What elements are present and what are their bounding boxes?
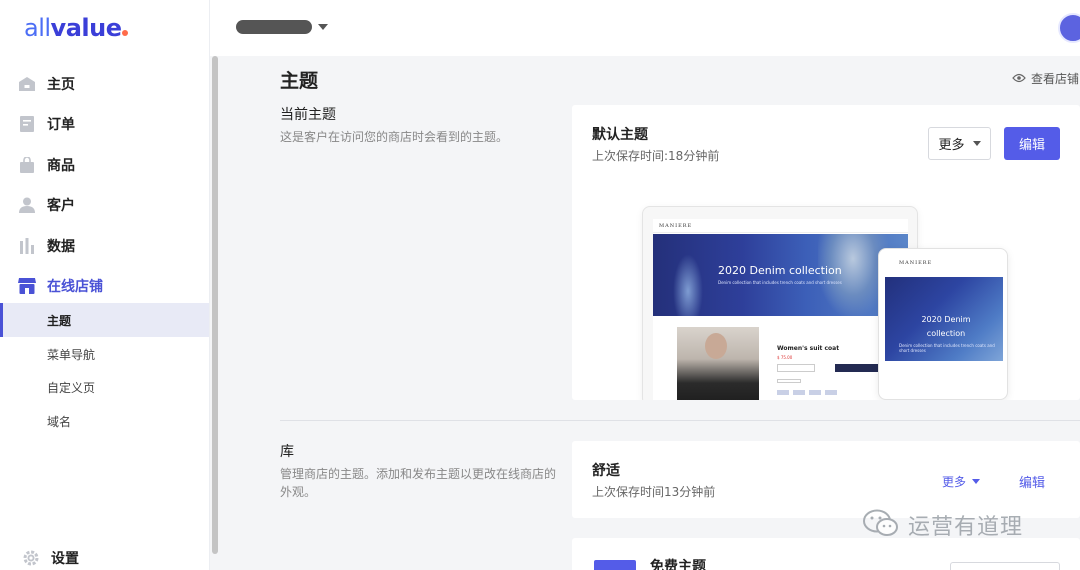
sidebar-item-label: 主页 <box>47 77 75 93</box>
eye-icon <box>1012 72 1026 86</box>
library-more-link[interactable]: 更多 <box>942 473 981 490</box>
sidebar-item-label: 订单 <box>47 117 75 133</box>
sidebar-item-home[interactable]: 主页 <box>0 64 209 104</box>
sidebar-item-label: 设置 <box>51 551 79 567</box>
free-themes-thumbnail <box>594 560 636 570</box>
preview-product-price: $ 75.00 <box>777 355 793 360</box>
library-heading: 库 <box>280 444 294 460</box>
chevron-down-icon[interactable] <box>318 24 328 30</box>
gear-icon <box>22 549 40 567</box>
mobile-preview: MANIERE 2020 Denim collection Denim coll… <box>878 248 1008 400</box>
sidebar-item-orders[interactable]: 订单 <box>0 104 209 144</box>
watermark-text: 运营有道理 <box>908 515 1024 540</box>
chevron-down-icon <box>972 141 981 146</box>
sidebar-subitem-domains[interactable]: 域名 <box>0 404 209 438</box>
sidebar-item-label: 商品 <box>47 158 75 174</box>
preview-nav: MANIERE <box>653 219 908 233</box>
mobile-preview-hero: 2020 Denim collection Denim collection t… <box>885 277 1003 361</box>
logo-part-value: value <box>50 14 122 42</box>
preview-quantity <box>777 379 801 383</box>
preview-hero-subtitle: Denim collection that includes trench co… <box>718 280 842 285</box>
mobile-preview-nav: MANIERE <box>879 257 1007 271</box>
library-theme-saved-time: 上次保存时间13分钟前 <box>592 485 716 499</box>
view-store-label: 查看店铺 <box>1031 72 1080 86</box>
order-icon <box>18 115 36 133</box>
mobile-preview-brand: MANIERE <box>899 260 933 266</box>
sidebar-subitem-menu-navigation[interactable]: 菜单导航 <box>0 337 209 371</box>
section-divider <box>280 420 1080 421</box>
preview-hero-figure <box>673 254 703 316</box>
sidebar-subitem-label: 域名 <box>47 414 72 429</box>
logo-dot <box>122 30 129 36</box>
library-theme-card <box>572 441 1080 518</box>
preview-hero-banner: 2020 Denim collection Denim collection t… <box>653 234 908 316</box>
wechat-watermark: 运营有道理 <box>862 508 1023 542</box>
preview-product-photo <box>677 327 759 400</box>
sidebar: 主页 订单 商品 客户 数据 在线店铺 主题 菜单导航 自定义页 域名 设置 <box>0 56 210 570</box>
view-store-link[interactable]: 查看店铺 <box>1012 70 1079 87</box>
page-title: 主题 <box>280 70 319 92</box>
sidebar-item-products[interactable]: 商品 <box>0 145 209 185</box>
preview-hero-title: 2020 Denim collection <box>718 264 842 277</box>
avatar[interactable] <box>1058 13 1080 43</box>
bag-icon <box>18 156 36 174</box>
edit-theme-button[interactable]: 编辑 <box>1004 127 1060 160</box>
more-button[interactable]: 更多 <box>928 127 991 160</box>
sidebar-subitem-label: 主题 <box>47 313 72 328</box>
library-description-line-2: 外观。 <box>280 485 317 499</box>
divider <box>209 0 210 56</box>
top-bar: allvalue <box>0 0 1080 56</box>
mobile-hero-line-2: collection <box>926 329 966 338</box>
free-themes-title: 免费主题 <box>650 559 706 570</box>
current-theme-description: 这是客户在访问您的商店时会看到的主题。 <box>280 130 509 144</box>
preview-product-name: Women's suit coat <box>777 345 840 352</box>
more-button-label: 更多 <box>938 138 965 153</box>
sidebar-scrollbar[interactable] <box>212 56 218 554</box>
sidebar-item-analytics[interactable]: 数据 <box>0 226 209 266</box>
current-theme-name: 默认主题 <box>592 127 648 143</box>
mobile-hero-line-1: 2020 Denim <box>921 315 971 324</box>
library-more-label: 更多 <box>942 475 967 489</box>
preview-model-face <box>705 333 727 359</box>
home-icon <box>18 75 36 93</box>
wechat-icon <box>862 508 900 542</box>
allvalue-logo[interactable]: allvalue <box>24 14 129 42</box>
library-theme-name: 舒适 <box>592 463 620 479</box>
store-name-redacted[interactable] <box>236 20 312 34</box>
sidebar-item-label: 数据 <box>47 239 75 255</box>
desktop-preview-screen: MANIERE 2020 Denim collection Denim coll… <box>653 219 908 400</box>
theme-preview-image: MANIERE 2020 Denim collection Denim coll… <box>572 180 1080 400</box>
sidebar-item-settings[interactable]: 设置 <box>0 538 209 570</box>
sidebar-item-label: 客户 <box>47 198 75 214</box>
sidebar-item-label: 在线店铺 <box>47 279 103 295</box>
free-themes-button[interactable] <box>950 562 1060 570</box>
library-description-line-1: 管理商店的主题。添加和发布主题以更改在线商店的 <box>280 467 557 481</box>
user-icon <box>18 196 36 214</box>
current-theme-heading: 当前主题 <box>280 107 336 123</box>
desktop-preview: MANIERE 2020 Denim collection Denim coll… <box>642 206 918 400</box>
preview-share-tags <box>777 390 837 395</box>
sidebar-subitem-custom-pages[interactable]: 自定义页 <box>0 370 209 404</box>
sidebar-item-customers[interactable]: 客户 <box>0 185 209 225</box>
mobile-preview-hero-subtitle: Denim collection that includes trench co… <box>899 343 995 353</box>
sidebar-subitem-label: 自定义页 <box>47 380 96 395</box>
preview-brand: MANIERE <box>659 223 693 229</box>
current-theme-saved-time: 上次保存时间:18分钟前 <box>592 149 720 163</box>
mobile-preview-hero-title: 2020 Denim collection <box>911 313 981 341</box>
preview-buy-now <box>835 364 879 372</box>
logo-part-all: all <box>24 14 51 42</box>
sidebar-subitem-themes[interactable]: 主题 <box>0 303 209 337</box>
library-description: 管理商店的主题。添加和发布主题以更改在线商店的 外观。 <box>280 465 556 501</box>
sidebar-subitem-label: 菜单导航 <box>47 347 96 362</box>
sidebar-item-online-store[interactable]: 在线店铺 <box>0 266 209 306</box>
store-icon <box>18 277 36 295</box>
library-edit-link[interactable]: 编辑 <box>1019 472 1045 491</box>
bar-chart-icon <box>18 237 36 255</box>
preview-add-to-cart <box>777 364 815 372</box>
chevron-down-icon <box>972 479 981 484</box>
